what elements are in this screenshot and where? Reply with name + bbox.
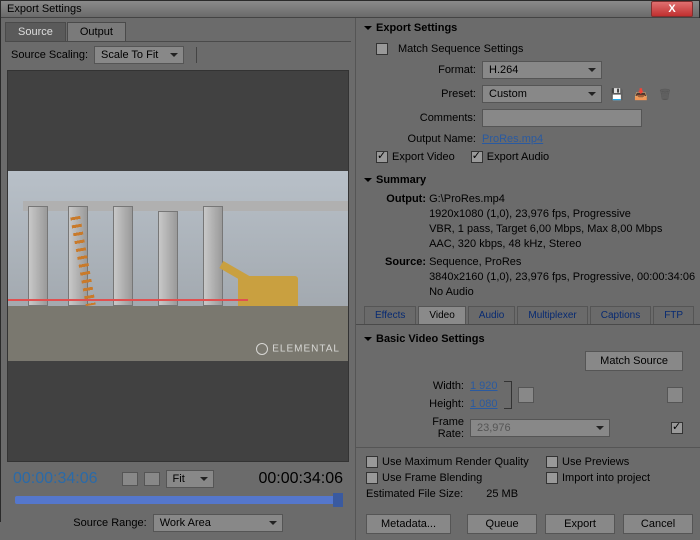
settings-panel: Export Settings Match Sequence Settings …: [355, 18, 700, 540]
summary-output-line: AAC, 320 kbps, 48 kHz, Stereo: [429, 238, 581, 250]
next-frame-icon[interactable]: [144, 472, 160, 486]
summary-output-line: VBR, 1 pass, Target 6,00 Mbps, Max 8,00 …: [429, 223, 662, 235]
watermark: ELEMENTAL: [256, 343, 340, 355]
tab-source[interactable]: Source: [5, 22, 66, 41]
action-buttons: Metadata... Queue Export Cancel: [356, 508, 700, 540]
tab-audio[interactable]: Audio: [468, 306, 516, 324]
output-name-label: Output Name:: [376, 133, 476, 145]
export-settings-header[interactable]: Export Settings: [356, 18, 700, 38]
import-project-label: Import into project: [562, 472, 650, 484]
divider: [196, 47, 197, 63]
window-title: Export Settings: [7, 3, 651, 15]
format-label: Format:: [376, 64, 476, 76]
summary-header[interactable]: Summary: [356, 170, 700, 190]
twirl-down-icon: [364, 337, 372, 345]
match-sequence-label: Match Sequence Settings: [398, 43, 523, 55]
prev-frame-icon[interactable]: [122, 472, 138, 486]
frame-rate-dropdown[interactable]: 23,976: [470, 419, 610, 437]
queue-button[interactable]: Queue: [467, 514, 537, 534]
source-scaling-label: Source Scaling:: [11, 49, 88, 61]
summary-output-label: Output:: [382, 192, 426, 207]
timeline-slider[interactable]: [15, 496, 341, 504]
width-value[interactable]: 1 920: [470, 380, 498, 392]
tab-output[interactable]: Output: [67, 22, 126, 41]
export-audio-checkbox[interactable]: [471, 151, 483, 163]
max-render-label: Use Maximum Render Quality: [382, 456, 529, 468]
width-label: Width:: [404, 380, 464, 392]
link-dimensions-icon[interactable]: [504, 381, 512, 409]
frame-rate-label: Frame Rate:: [404, 416, 464, 440]
export-video-checkbox[interactable]: [376, 151, 388, 163]
use-previews-label: Use Previews: [562, 456, 629, 468]
source-range-label: Source Range:: [73, 517, 146, 529]
summary-output-line: 1920x1080 (1,0), 23,976 fps, Progressive: [429, 208, 631, 220]
frame-blend-label: Use Frame Blending: [382, 472, 482, 484]
video-preview: ELEMENTAL: [8, 171, 348, 361]
export-button[interactable]: Export: [545, 514, 615, 534]
tab-effects[interactable]: Effects: [364, 306, 416, 324]
est-size-value: 25 MB: [486, 488, 518, 500]
preset-label: Preset:: [376, 88, 476, 100]
match-source-button[interactable]: Match Source: [585, 351, 683, 371]
twirl-down-icon: [364, 26, 372, 34]
summary-output-line: G:\ProRes.mp4: [429, 193, 505, 205]
save-preset-icon[interactable]: 💾: [608, 85, 626, 103]
left-tabs: Source Output: [5, 22, 351, 42]
timeline-playhead[interactable]: [333, 493, 343, 507]
import-project-checkbox[interactable]: [546, 472, 558, 484]
max-render-checkbox[interactable]: [366, 456, 378, 468]
cancel-button[interactable]: Cancel: [623, 514, 693, 534]
export-audio-label: Export Audio: [487, 151, 549, 163]
settings-sub-tabs: Effects Video Audio Multiplexer Captions…: [356, 302, 700, 325]
match-width-checkbox[interactable]: [667, 387, 683, 403]
zoom-fit-dropdown[interactable]: Fit: [166, 470, 214, 488]
preview-panel: Source Output Source Scaling: Scale To F…: [1, 18, 355, 540]
metadata-button[interactable]: Metadata...: [366, 514, 451, 534]
comments-label: Comments:: [376, 112, 476, 124]
height-label: Height:: [404, 398, 464, 410]
preview-area[interactable]: ELEMENTAL: [7, 70, 349, 462]
basic-video-header[interactable]: Basic Video Settings: [364, 329, 695, 349]
height-value[interactable]: 1 080: [470, 398, 498, 410]
twirl-down-icon: [364, 178, 372, 186]
tab-ftp[interactable]: FTP: [653, 306, 694, 324]
comments-input[interactable]: [482, 109, 642, 127]
source-range-dropdown[interactable]: Work Area: [153, 514, 283, 532]
summary-source-line: Sequence, ProRes: [429, 256, 521, 268]
output-name-link[interactable]: ProRes.mp4: [482, 133, 543, 145]
summary-source-label: Source:: [382, 255, 426, 270]
constrain-checkbox[interactable]: [518, 387, 534, 403]
est-size-label: Estimated File Size:: [366, 488, 463, 500]
match-sequence-checkbox[interactable]: [376, 43, 388, 55]
bottom-options: Use Maximum Render Quality Use Previews …: [356, 447, 700, 508]
summary-source-line: 3840x2160 (1,0), 23,976 fps, Progressive…: [429, 271, 695, 283]
preset-dropdown[interactable]: Custom: [482, 85, 602, 103]
tab-captions[interactable]: Captions: [590, 306, 651, 324]
match-framerate-checkbox[interactable]: [671, 422, 683, 434]
tab-video[interactable]: Video: [418, 306, 465, 324]
titlebar: Export Settings X: [1, 1, 699, 18]
in-timecode[interactable]: 00:00:34:06: [13, 470, 98, 488]
import-preset-icon[interactable]: 📥: [632, 85, 650, 103]
export-settings-window: Export Settings X Source Output Source S…: [0, 0, 700, 522]
frame-blend-checkbox[interactable]: [366, 472, 378, 484]
tab-multiplexer[interactable]: Multiplexer: [517, 306, 587, 324]
source-scaling-dropdown[interactable]: Scale To Fit: [94, 46, 184, 64]
delete-preset-icon[interactable]: 🗑: [656, 85, 674, 103]
use-previews-checkbox[interactable]: [546, 456, 558, 468]
export-video-label: Export Video: [392, 151, 455, 163]
summary-source-line: No Audio: [429, 286, 474, 298]
close-button[interactable]: X: [651, 1, 693, 17]
format-dropdown[interactable]: H.264: [482, 61, 602, 79]
out-timecode[interactable]: 00:00:34:06: [258, 470, 343, 488]
